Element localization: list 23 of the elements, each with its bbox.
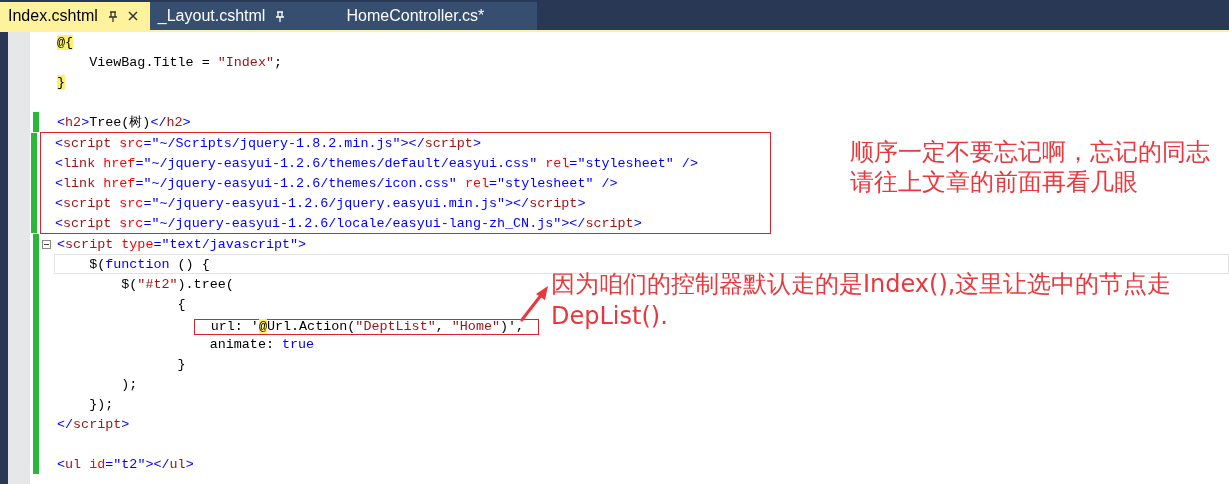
- code-line: </script>: [56, 415, 131, 434]
- code-line: <ul id="t2"></ul>: [56, 455, 195, 474]
- code-line: {: [176, 295, 187, 314]
- code-line: }: [176, 355, 187, 374]
- close-icon[interactable]: [127, 11, 138, 21]
- code-line: animate: true: [208, 335, 316, 354]
- code-line: $("#t2").tree(: [120, 275, 235, 294]
- code-line: <script src="~/Scripts/jquery-1.8.2.min.js"></script>: [54, 134, 482, 153]
- code-line: });: [88, 395, 115, 414]
- code-line: <h2>Tree(树)</h2>: [56, 113, 192, 132]
- file-tab[interactable]: HomeController.cs*: [297, 2, 538, 30]
- code-line: <script src="~/jquery-easyui-1.2.6/locale/easyui-lang-zh_CN.js"></script>: [54, 214, 643, 233]
- code-line: );: [120, 375, 139, 394]
- code-line: <script type="text/javascript">: [56, 235, 308, 254]
- pin-icon[interactable]: [107, 10, 118, 22]
- file-tab[interactable]: Index.cshtml: [0, 2, 150, 30]
- code-line: <link href="~/jquery-easyui-1.2.6/themes/default/easyui.css" rel="stylesheet" />: [54, 154, 699, 173]
- file-tab[interactable]: _Layout.cshtml: [149, 2, 298, 30]
- annotation-note: 顺序一定不要忘记啊，忘记的同志请往上文章的前面再看几眼: [850, 137, 1211, 197]
- code-line: <script src="~/jquery-easyui-1.2.6/jquery.easyui.min.js"></script>: [54, 194, 587, 213]
- code-line: ViewBag.Title = "Index";: [88, 53, 283, 72]
- code-line: <link href="~/jquery-easyui-1.2.6/themes/icon.css" rel="stylesheet" />: [54, 174, 619, 193]
- collapse-icon[interactable]: [42, 239, 51, 249]
